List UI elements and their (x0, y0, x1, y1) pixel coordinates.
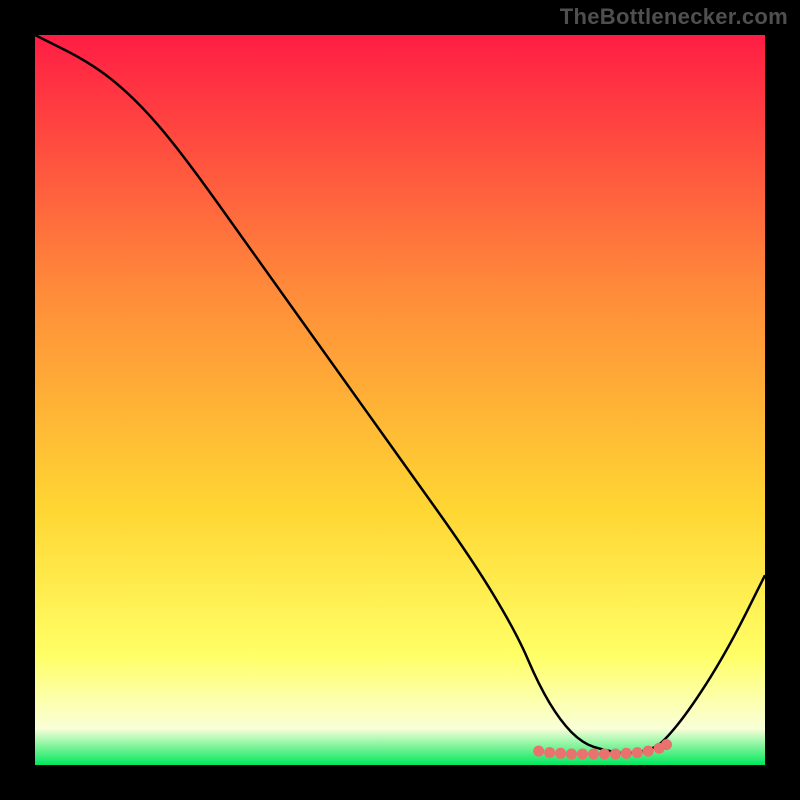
flat-zone-dot (588, 749, 599, 760)
chart-frame: TheBottlenecker.com (0, 0, 800, 800)
flat-zone-dot (544, 747, 555, 758)
flat-zone-dot (566, 749, 577, 760)
flat-zone-dot (555, 748, 566, 759)
flat-zone-dot (621, 748, 632, 759)
plot-area (35, 35, 765, 765)
flat-zone-dot (661, 739, 672, 750)
flat-zone-dot (610, 749, 621, 760)
flat-zone-dot (577, 749, 588, 760)
watermark-text: TheBottlenecker.com (560, 4, 788, 30)
flat-zone-dot (643, 746, 654, 757)
gradient-rect (35, 35, 765, 765)
flat-zone-dot (599, 749, 610, 760)
chart-svg (35, 35, 765, 765)
flat-zone-dot (632, 747, 643, 758)
flat-zone-dot (533, 746, 544, 757)
